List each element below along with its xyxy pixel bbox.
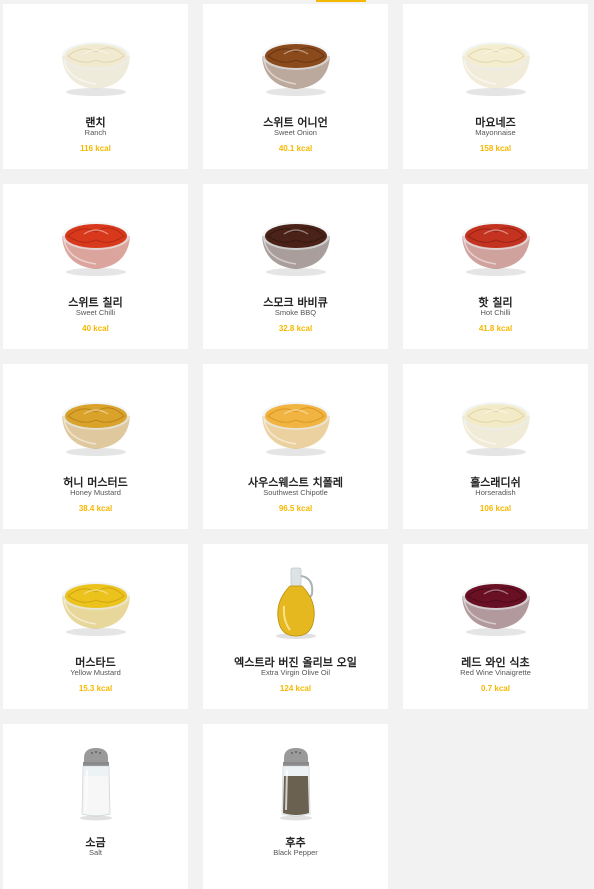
hot-chilli-image xyxy=(456,206,536,282)
sauce-card-smoke-bbq[interactable]: 스모크 바비큐 Smoke BBQ 32.8 kcal xyxy=(203,184,388,349)
sauce-kcal: 38.4 kcal xyxy=(78,504,113,513)
sauce-name-en: Red Wine Vinaigrette xyxy=(460,668,531,677)
sauce-kcal: 15.3 kcal xyxy=(78,684,113,693)
sauce-name-en: Sweet Chilli xyxy=(75,308,116,317)
sauce-kcal: 124 kcal xyxy=(279,684,312,693)
sweet-chilli-image xyxy=(56,206,136,282)
red-wine-vinaigrette-image xyxy=(456,566,536,642)
sauce-card-horseradish[interactable]: 홀스래디쉬 Horseradish 106 kcal xyxy=(403,364,588,529)
honey-mustard-image xyxy=(56,386,136,462)
sauce-card-sweet-chilli[interactable]: 스위트 칠리 Sweet Chilli 40 kcal xyxy=(3,184,188,349)
sauce-card-ranch[interactable]: 랜치 Ranch 116 kcal xyxy=(3,4,188,169)
sauce-name-en: Horseradish xyxy=(475,488,516,497)
sauce-card-southwest-chipotle[interactable]: 사우스웨스트 치폴레 Southwest Chipotle 96.5 kcal xyxy=(203,364,388,529)
salt-image xyxy=(56,746,136,822)
sauce-kcal: 116 kcal xyxy=(80,144,111,153)
sauce-card-black-pepper[interactable]: 후추 Black Pepper xyxy=(203,724,388,889)
sauce-name-en: Extra Virgin Olive Oil xyxy=(260,668,331,677)
ranch-image xyxy=(56,26,136,102)
sauce-card-salt[interactable]: 소금 Salt xyxy=(3,724,188,889)
sauce-name-en: Black Pepper xyxy=(273,848,318,857)
yellow-mustard-image xyxy=(56,566,136,642)
horseradish-image xyxy=(456,386,536,462)
sauce-name-en: Mayonnaise xyxy=(475,128,516,137)
sauce-name-en: Ranch xyxy=(84,128,107,137)
sauce-kcal: 32.8 kcal xyxy=(278,324,313,333)
mayonnaise-image xyxy=(456,26,536,102)
sauce-card-olive-oil[interactable]: 엑스트라 버진 올리브 오일 Extra Virgin Olive Oil 12… xyxy=(203,544,388,709)
sauce-card-mayonnaise[interactable]: 마요네즈 Mayonnaise 158 kcal xyxy=(403,4,588,169)
black-pepper-image xyxy=(256,746,336,822)
sauce-card-hot-chilli[interactable]: 핫 칠리 Hot Chilli 41.8 kcal xyxy=(403,184,588,349)
olive-oil-image xyxy=(256,566,336,642)
sauce-name-en: Salt xyxy=(89,848,102,857)
sauce-kcal: 40 kcal xyxy=(82,324,109,333)
sauce-name-en: Honey Mustard xyxy=(70,488,121,497)
sauce-kcal: 96.5 kcal xyxy=(278,504,313,513)
southwest-chipotle-image xyxy=(256,386,336,462)
sauce-kcal: 40.1 kcal xyxy=(278,144,313,153)
sauce-kcal: 158 kcal xyxy=(479,144,512,153)
sauce-name-en: Yellow Mustard xyxy=(70,668,121,677)
sauce-name-en: Smoke BBQ xyxy=(274,308,317,317)
sauce-kcal: 0.7 kcal xyxy=(481,684,510,693)
sauce-name-en: Southwest Chipotle xyxy=(263,488,328,497)
sauce-card-red-wine-vinaigrette[interactable]: 레드 와인 식초 Red Wine Vinaigrette 0.7 kcal xyxy=(403,544,588,709)
active-tab-indicator xyxy=(316,0,366,2)
sauce-kcal: 41.8 kcal xyxy=(478,324,513,333)
sauce-name-en: Hot Chilli xyxy=(480,308,511,317)
sauce-card-sweet-onion[interactable]: 스위트 어니언 Sweet Onion 40.1 kcal xyxy=(203,4,388,169)
smoke-bbq-image xyxy=(256,206,336,282)
sauce-kcal: 106 kcal xyxy=(479,504,512,513)
sauce-card-honey-mustard[interactable]: 허니 머스터드 Honey Mustard 38.4 kcal xyxy=(3,364,188,529)
sweet-onion-image xyxy=(256,26,336,102)
sauce-grid: 랜치 Ranch 116 kcal 스위트 어니언 Sweet Onion 40… xyxy=(3,4,588,889)
sauce-card-yellow-mustard[interactable]: 머스타드 Yellow Mustard 15.3 kcal xyxy=(3,544,188,709)
sauce-name-en: Sweet Onion xyxy=(274,128,317,137)
